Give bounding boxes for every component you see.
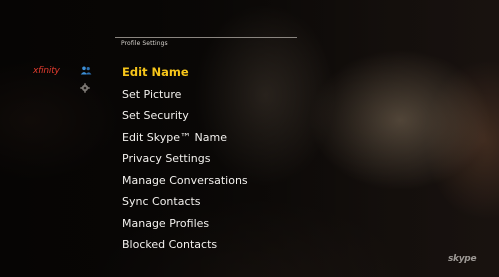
header-divider (115, 37, 297, 38)
profile-settings-menu: Edit Name Set Picture Set Security Edit … (122, 62, 248, 256)
tv-screen: Profile Settings xfinity Edit Name Set P… (0, 0, 499, 277)
background-photo-overlay (0, 0, 499, 277)
menu-item-privacy-settings[interactable]: Privacy Settings (122, 148, 248, 170)
menu-item-edit-skype-name[interactable]: Edit Skype™ Name (122, 127, 248, 149)
menu-item-set-picture[interactable]: Set Picture (122, 84, 248, 106)
menu-item-edit-name[interactable]: Edit Name (122, 62, 248, 84)
contacts-icon[interactable] (80, 66, 92, 75)
menu-item-sync-contacts[interactable]: Sync Contacts (122, 191, 248, 213)
section-title: Profile Settings (121, 40, 168, 47)
menu-item-blocked-contacts[interactable]: Blocked Contacts (122, 234, 248, 256)
settings-icon[interactable] (80, 83, 90, 93)
menu-item-manage-conversations[interactable]: Manage Conversations (122, 170, 248, 192)
menu-item-set-security[interactable]: Set Security (122, 105, 248, 127)
xfinity-logo: xfinity (33, 66, 60, 76)
menu-item-manage-profiles[interactable]: Manage Profiles (122, 213, 248, 235)
skype-logo: skype (448, 254, 477, 264)
